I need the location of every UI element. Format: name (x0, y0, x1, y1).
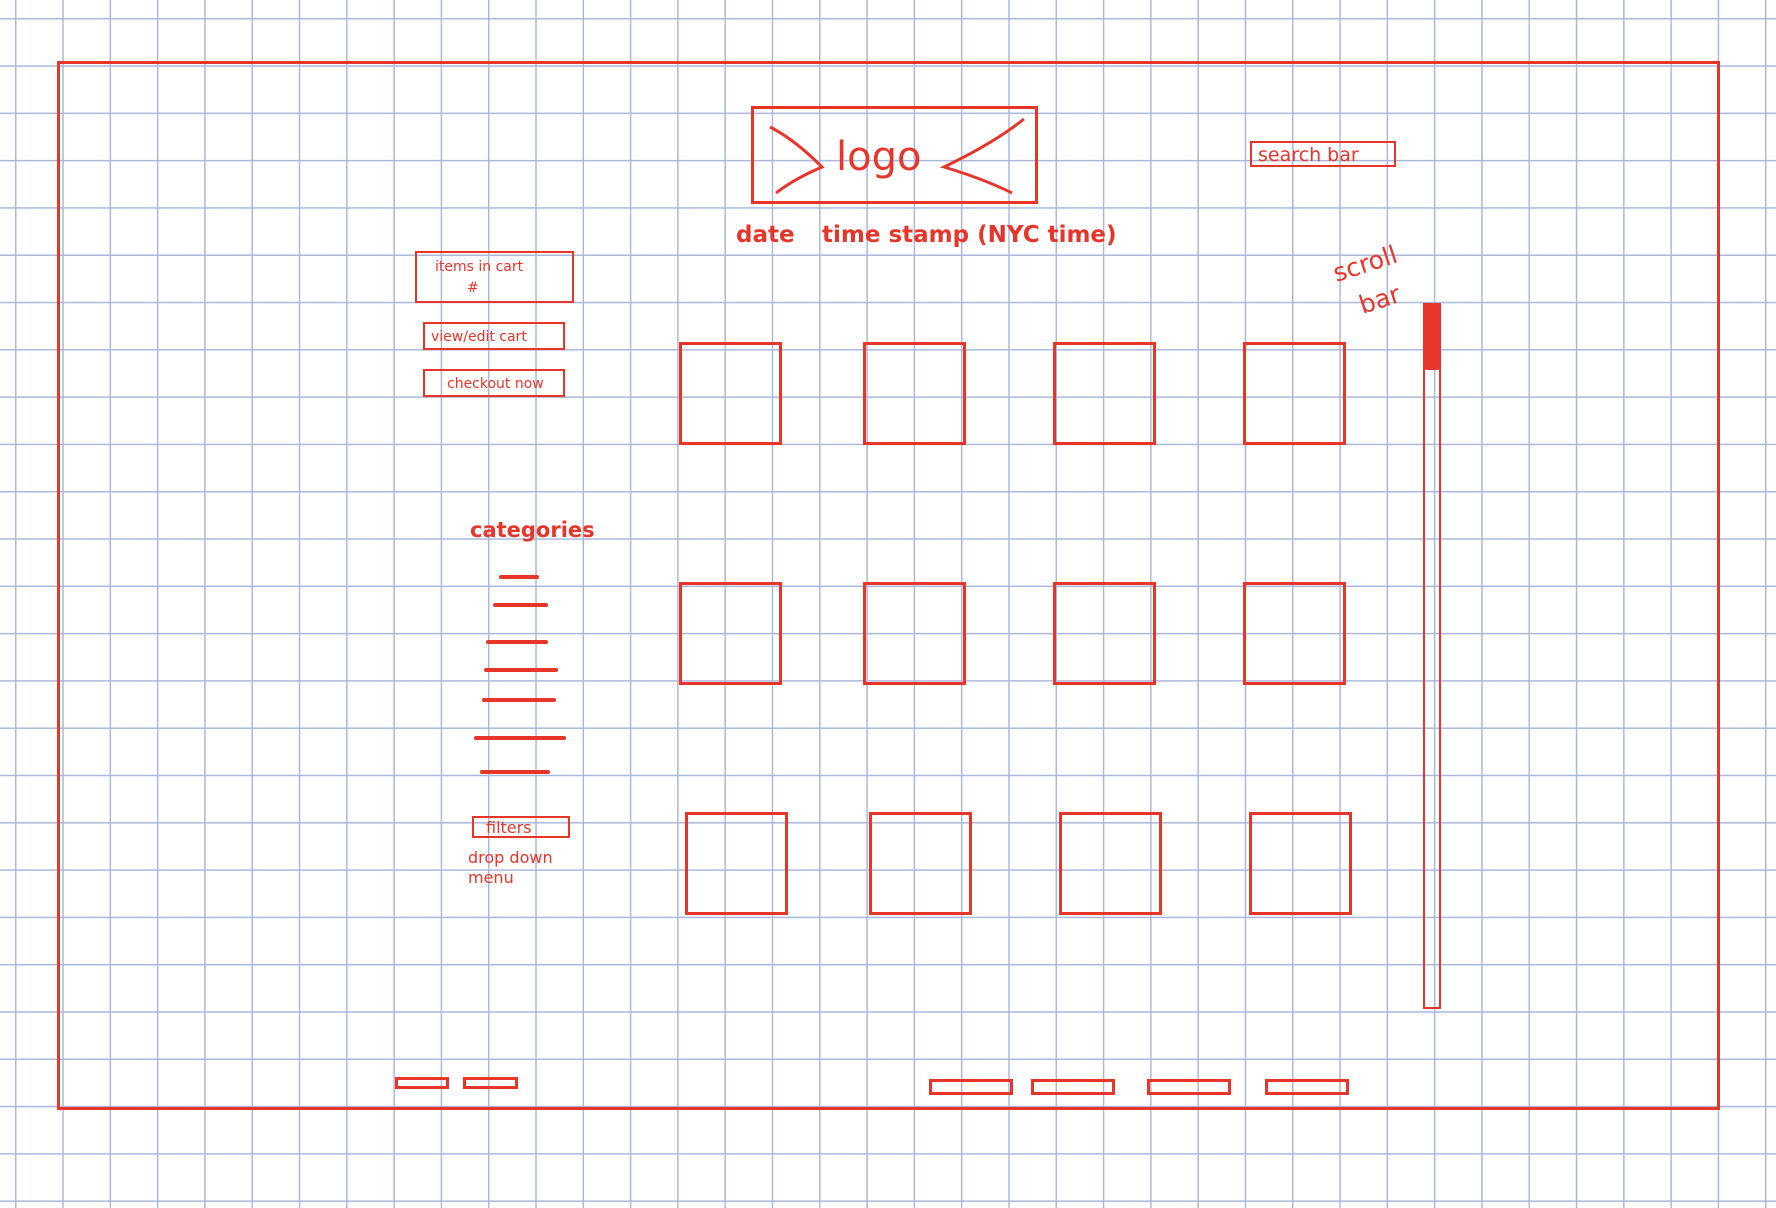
filters-note: drop down menu (468, 848, 553, 887)
items-in-cart-box[interactable]: items in cart # (415, 251, 574, 303)
view-edit-cart-button[interactable]: view/edit cart (423, 322, 565, 350)
pagination-button[interactable] (1265, 1079, 1349, 1095)
search-bar-label: search bar (1258, 144, 1359, 166)
category-item[interactable] (474, 736, 566, 740)
logo-placeholder[interactable]: logo (751, 106, 1038, 204)
product-tile[interactable] (1053, 582, 1156, 685)
timestamp-label: time stamp (NYC time) (822, 222, 1117, 248)
product-tile[interactable] (1249, 812, 1352, 915)
category-item[interactable] (486, 640, 548, 644)
pagination-button[interactable] (929, 1079, 1013, 1095)
product-tile[interactable] (863, 342, 966, 445)
product-tile[interactable] (863, 582, 966, 685)
checkout-now-label: checkout now (447, 376, 544, 392)
pagination-button[interactable] (1147, 1079, 1231, 1095)
date-label: date (736, 222, 795, 248)
scrollbar-track[interactable] (1423, 303, 1441, 1009)
category-item[interactable] (484, 668, 558, 672)
product-tile[interactable] (1243, 342, 1346, 445)
view-edit-cart-label: view/edit cart (431, 329, 527, 345)
category-item[interactable] (480, 770, 550, 774)
logo-label: logo (836, 134, 922, 180)
product-tile[interactable] (679, 582, 782, 685)
filters-dropdown[interactable]: filters (472, 816, 570, 838)
category-item[interactable] (482, 698, 556, 702)
product-tile[interactable] (685, 812, 788, 915)
product-tile[interactable] (679, 342, 782, 445)
category-item[interactable] (493, 603, 548, 607)
search-bar[interactable]: search bar (1250, 141, 1396, 167)
categories-title: categories (470, 518, 595, 542)
filters-label: filters (486, 818, 532, 837)
checkout-now-button[interactable]: checkout now (423, 369, 565, 397)
product-tile[interactable] (1053, 342, 1156, 445)
footer-link[interactable] (463, 1077, 518, 1089)
product-tile[interactable] (1243, 582, 1346, 685)
items-in-cart-label: items in cart (435, 259, 524, 275)
items-in-cart-count: # (467, 280, 479, 296)
pagination-button[interactable] (1031, 1079, 1115, 1095)
product-tile[interactable] (1059, 812, 1162, 915)
category-item[interactable] (499, 575, 539, 579)
footer-link[interactable] (395, 1077, 449, 1089)
scrollbar-thumb[interactable] (1424, 304, 1440, 370)
product-tile[interactable] (869, 812, 972, 915)
